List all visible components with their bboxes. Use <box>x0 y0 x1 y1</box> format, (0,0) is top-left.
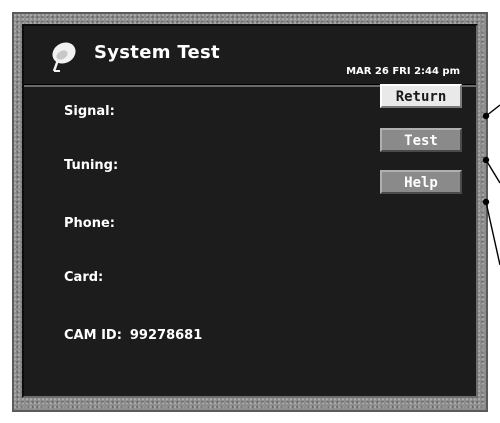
return-button[interactable]: Return <box>380 84 462 108</box>
satellite-dish-icon <box>52 42 76 72</box>
screen-header: System Test MAR 26 FRI 2:44 pm <box>24 26 476 84</box>
test-button[interactable]: Test <box>380 128 462 152</box>
cam-id-value: 99278681 <box>129 328 203 343</box>
date-time-display: MAR 26 FRI 2:44 pm <box>346 66 460 77</box>
help-button[interactable]: Help <box>380 170 462 194</box>
cam-id-label: CAM ID: <box>64 328 122 343</box>
phone-label: Phone: <box>64 216 115 231</box>
tv-frame: System Test MAR 26 FRI 2:44 pm Signal: T… <box>12 12 488 412</box>
page-title: System Test <box>94 42 220 63</box>
card-label: Card: <box>64 270 104 285</box>
cam-id-row: CAM ID: 99278681 <box>64 328 202 343</box>
tuning-label: Tuning: <box>64 158 119 173</box>
system-test-screen: System Test MAR 26 FRI 2:44 pm Signal: T… <box>22 24 478 398</box>
signal-label: Signal: <box>64 104 115 119</box>
